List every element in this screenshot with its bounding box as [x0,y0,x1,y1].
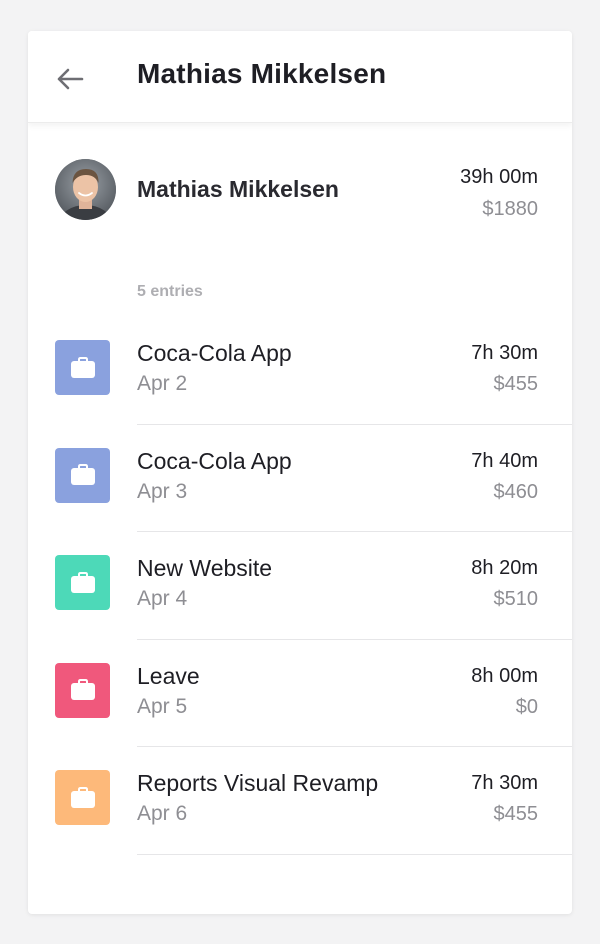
project-color-badge [55,770,110,825]
entry-date: Apr 3 [137,479,188,503]
entry-date: Apr 2 [137,372,188,395]
back-button[interactable] [50,59,90,99]
briefcase-icon [70,356,95,378]
briefcase-icon [70,464,95,485]
arrow-left-icon [57,68,84,90]
list-item[interactable]: Reports Visual Revamp Apr 6 7h 30m $455 [28,747,572,855]
list-item[interactable]: Leave Apr 5 8h 00m $0 [28,640,572,747]
entry-amount: $0 [515,695,538,718]
entry-project-title: Leave [137,662,200,689]
project-color-badge [55,340,110,395]
entries-list: Coca-Cola App Apr 2 7h 30m $455 Coca-Cola Ap… [28,317,572,855]
entries-card: Mathias Mikkelsen Mathias Mikkelsen 39h … [28,31,572,914]
total-hours: 39h 00m [460,166,538,188]
entry-date: Apr 4 [137,587,188,610]
avatar[interactable] [55,159,116,220]
briefcase-icon [70,571,95,593]
page-title: Mathias Mikkelsen [137,58,387,89]
entry-project-title: New Website [137,555,273,581]
entry-hours: 7h 40m [471,449,538,472]
entry-hours: 7h 30m [471,772,538,794]
list-item[interactable]: Coca-Cola App Apr 3 7h 40m $460 [28,425,572,532]
entry-amount: $455 [493,803,539,825]
briefcase-icon [70,679,95,700]
list-item[interactable]: New Website Apr 4 8h 20m $510 [28,532,572,640]
entry-date: Apr 6 [137,802,188,825]
project-color-badge [55,662,110,718]
member-name: Mathias Mikkelsen [137,176,339,202]
total-amount: $1880 [482,198,538,220]
entry-hours: 8h 00m [471,664,538,687]
member-summary: Mathias Mikkelsen 39h 00m $1880 [28,159,572,224]
user-photo-avatar [55,159,116,220]
entry-project-title: Coca-Cola App [137,447,292,474]
entry-date: Apr 5 [137,694,188,718]
entry-hours: 8h 20m [471,557,538,579]
list-item[interactable]: Coca-Cola App Apr 2 7h 30m $455 [28,317,572,425]
entry-hours: 7h 30m [471,342,538,364]
entry-project-title: Reports Visual Revamp [137,770,379,796]
briefcase-icon [70,786,95,808]
entry-project-title: Coca-Cola App [137,340,292,366]
entry-amount: $455 [493,373,539,395]
entry-amount: $460 [493,480,539,503]
header-bar: Mathias Mikkelsen [28,31,572,123]
entries-count: 5 entries [137,283,203,300]
entry-amount: $510 [493,588,539,610]
row-divider [137,853,572,855]
project-color-badge [55,447,110,503]
project-color-badge [55,555,110,610]
